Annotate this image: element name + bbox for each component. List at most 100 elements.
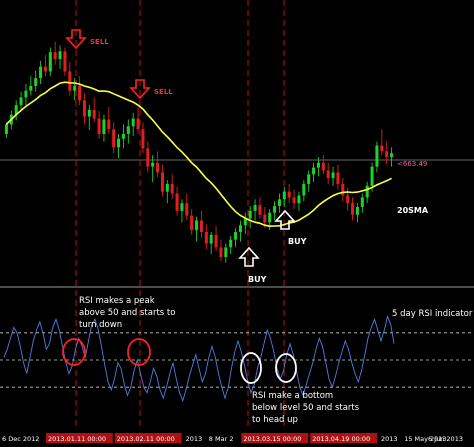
candle-body xyxy=(195,220,199,231)
candle-body xyxy=(204,232,208,244)
candle-body xyxy=(141,129,145,149)
x-tick-label: 2013.01.11 00:00 xyxy=(48,435,106,443)
x-tick-label: 8 Mar 2 xyxy=(209,435,234,443)
candle-body xyxy=(390,153,394,158)
sell-label-1: SELL xyxy=(90,38,109,46)
candle-body xyxy=(107,119,111,130)
candle-body xyxy=(370,166,374,186)
candle-body xyxy=(326,170,330,179)
x-tick-label: 2013.03.15 00:00 xyxy=(243,435,301,443)
candle-body xyxy=(224,247,228,258)
candle-body xyxy=(258,205,262,215)
candle-body xyxy=(156,162,160,173)
candle-body xyxy=(82,100,86,117)
candle-body xyxy=(214,234,218,248)
candle-body xyxy=(131,118,135,127)
candle-body xyxy=(92,109,96,119)
candle-body xyxy=(375,145,379,167)
candle-body xyxy=(63,51,67,72)
candle-body xyxy=(43,66,47,72)
last-price-label: <663.49 xyxy=(397,160,427,168)
candle-body xyxy=(165,183,169,192)
candle-body xyxy=(97,118,101,134)
candle-body xyxy=(248,210,252,219)
candle-body xyxy=(263,214,267,223)
candle-body xyxy=(234,232,238,240)
sma-label: 20SMA xyxy=(397,206,429,215)
candle-body xyxy=(331,172,335,179)
candle-body xyxy=(307,174,311,184)
rsi-level-lines xyxy=(0,332,474,388)
candle-body xyxy=(112,129,116,148)
candle-body xyxy=(302,183,306,196)
rsi-bottom-note-line1: RSI make a bottom xyxy=(252,391,333,401)
x-tick-label: 2013.04.19 00:00 xyxy=(312,435,370,443)
candle-body xyxy=(73,85,77,91)
candle-body xyxy=(39,66,43,79)
candle-body xyxy=(151,162,155,167)
candle-body xyxy=(380,145,384,152)
x-tick-label: 2013.02.11 00:00 xyxy=(117,435,175,443)
rsi-line xyxy=(3,315,395,403)
candle-body xyxy=(117,138,121,148)
rsi-peak-circle-2 xyxy=(127,338,151,366)
candle-body xyxy=(282,191,286,200)
candle-body xyxy=(219,247,223,258)
candle-body xyxy=(277,199,281,207)
candle-body xyxy=(58,51,62,59)
candle-body xyxy=(34,78,38,86)
candle-body xyxy=(297,195,301,204)
candle-body xyxy=(243,218,247,226)
rsi-peak-note-line2: above 50 and starts to xyxy=(79,308,175,318)
rsi-bottom-note-line3: to head up xyxy=(252,415,298,425)
candle-body xyxy=(292,197,296,204)
candle-body xyxy=(87,109,91,117)
candle-body xyxy=(365,185,369,198)
candle-body xyxy=(273,206,277,213)
candle-body xyxy=(29,85,33,91)
forex-chart: SELL SELL BUY BUY 20SMA <663.49 RSI make… xyxy=(0,0,474,443)
rsi-bottom-note-line2: below level 50 and starts xyxy=(252,403,360,413)
buy-label-2: BUY xyxy=(288,237,307,246)
sma-20-line xyxy=(5,81,392,228)
x-tick-label: 6 Jun 2013 xyxy=(428,435,463,443)
rsi-peak-note-line1: RSI makes a peak xyxy=(79,296,155,306)
candle-body xyxy=(170,183,174,194)
buy-label-1: BUY xyxy=(248,275,267,284)
candle-body xyxy=(146,148,150,167)
buy-arrow-1 xyxy=(238,246,260,267)
event-vertical-lines xyxy=(75,0,285,428)
candle-body xyxy=(190,215,194,231)
chart-grid xyxy=(0,159,474,288)
candle-body xyxy=(346,195,350,204)
rsi-indicator-label: 5 day RSI indicator xyxy=(392,309,473,319)
candle-body xyxy=(102,119,106,134)
x-tick-label: 2013 xyxy=(381,435,398,443)
candle-body xyxy=(385,151,389,158)
candle-body xyxy=(121,133,125,139)
candle-body xyxy=(24,90,28,98)
candle-body xyxy=(68,71,72,91)
rsi-peak-circle-1 xyxy=(62,338,86,366)
x-axis-labels: 6 Dec 2012 2013.01.11 00:00 2013.02.11 00:… xyxy=(2,433,463,443)
candle-body xyxy=(229,239,233,248)
candle-body xyxy=(4,124,8,134)
candle-body xyxy=(321,162,325,171)
candle-body xyxy=(268,212,272,223)
candle-body xyxy=(199,220,203,233)
candle-body xyxy=(126,126,130,134)
candle-body xyxy=(53,52,57,59)
candle-body xyxy=(180,203,184,211)
candle-body xyxy=(160,172,164,192)
candle-body xyxy=(351,203,355,215)
candle-body xyxy=(209,234,213,244)
x-tick-label: 6 Dec 2012 xyxy=(2,435,39,443)
candle-body xyxy=(341,183,345,196)
candle-body xyxy=(316,162,320,168)
candle-body xyxy=(19,97,23,106)
candle-body xyxy=(175,193,179,211)
candle-body xyxy=(185,203,189,216)
candle-body xyxy=(253,205,257,211)
x-tick-label: 2013 xyxy=(186,435,203,443)
candle-body xyxy=(136,118,140,130)
